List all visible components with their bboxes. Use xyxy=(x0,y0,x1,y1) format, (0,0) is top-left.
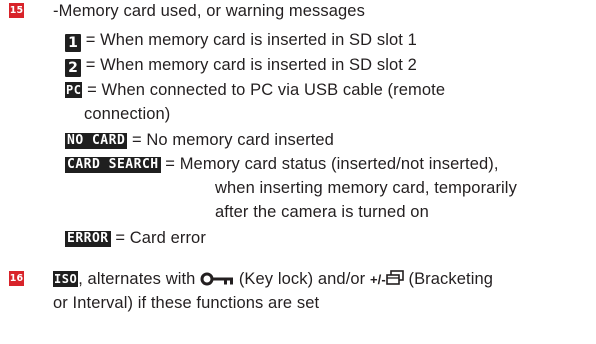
item-number-badge: 16 xyxy=(9,271,24,286)
pc-row: PC = When connected to PC via USB cable … xyxy=(65,79,445,101)
pc-description: = When connected to PC via USB cable (re… xyxy=(87,81,446,99)
card-search-continuation-1: when inserting memory card, temporarily xyxy=(215,179,517,197)
pc-continuation-row: connection) xyxy=(84,103,170,125)
card-search-continuation-row-1: when inserting memory card, temporarily xyxy=(215,177,517,199)
item-16-text-3: (Bracketing xyxy=(408,270,494,288)
item-16-line-1: ISO, alternates with (Key lock) and/or +… xyxy=(53,268,493,292)
sd-slot-2-description: = When memory card is inserted in SD slo… xyxy=(85,56,417,74)
card-search-continuation-2: after the camera is turned on xyxy=(215,203,429,221)
item-16-text-2: (Key lock) and/or xyxy=(238,270,366,288)
item-number-badge: 15 xyxy=(9,3,24,18)
bracketing-icon xyxy=(385,270,404,292)
card-search-continuation-row-2: after the camera is turned on xyxy=(215,201,429,223)
card-search-symbol: CARD SEARCH xyxy=(65,157,161,173)
no-card-row: NO CARD = No memory card inserted xyxy=(65,129,334,151)
slot-2-row: 2 = When memory card is inserted in SD s… xyxy=(65,54,417,77)
key-lock-icon xyxy=(200,270,234,292)
no-card-symbol: NO CARD xyxy=(65,133,128,149)
item-16-row-2: or Interval) if these functions are set xyxy=(53,292,319,314)
sd-slot-2-symbol: 2 xyxy=(65,59,81,77)
error-description: = Card error xyxy=(115,229,206,247)
item-15-heading: -Memory card used, or warning messages xyxy=(53,2,365,20)
bracketing-prefix: +/- xyxy=(369,272,386,287)
item-16-text-1: , alternates with xyxy=(78,270,196,288)
card-search-row: CARD SEARCH = Memory card status (insert… xyxy=(65,153,499,175)
pc-description-continuation: connection) xyxy=(84,105,171,123)
iso-symbol: ISO xyxy=(53,271,79,287)
error-symbol: ERROR xyxy=(65,231,111,247)
slot-1-row: 1 = When memory card is inserted in SD s… xyxy=(65,29,417,52)
pc-symbol: PC xyxy=(65,82,83,98)
sd-slot-1-description: = When memory card is inserted in SD slo… xyxy=(85,31,417,49)
card-search-description: = Memory card status (inserted/not inser… xyxy=(165,155,499,173)
item-16-text-4: or Interval) if these functions are set xyxy=(53,294,320,312)
sd-slot-1-symbol: 1 xyxy=(65,34,81,52)
no-card-description: = No memory card inserted xyxy=(131,131,334,149)
error-row: ERROR = Card error xyxy=(65,227,206,249)
